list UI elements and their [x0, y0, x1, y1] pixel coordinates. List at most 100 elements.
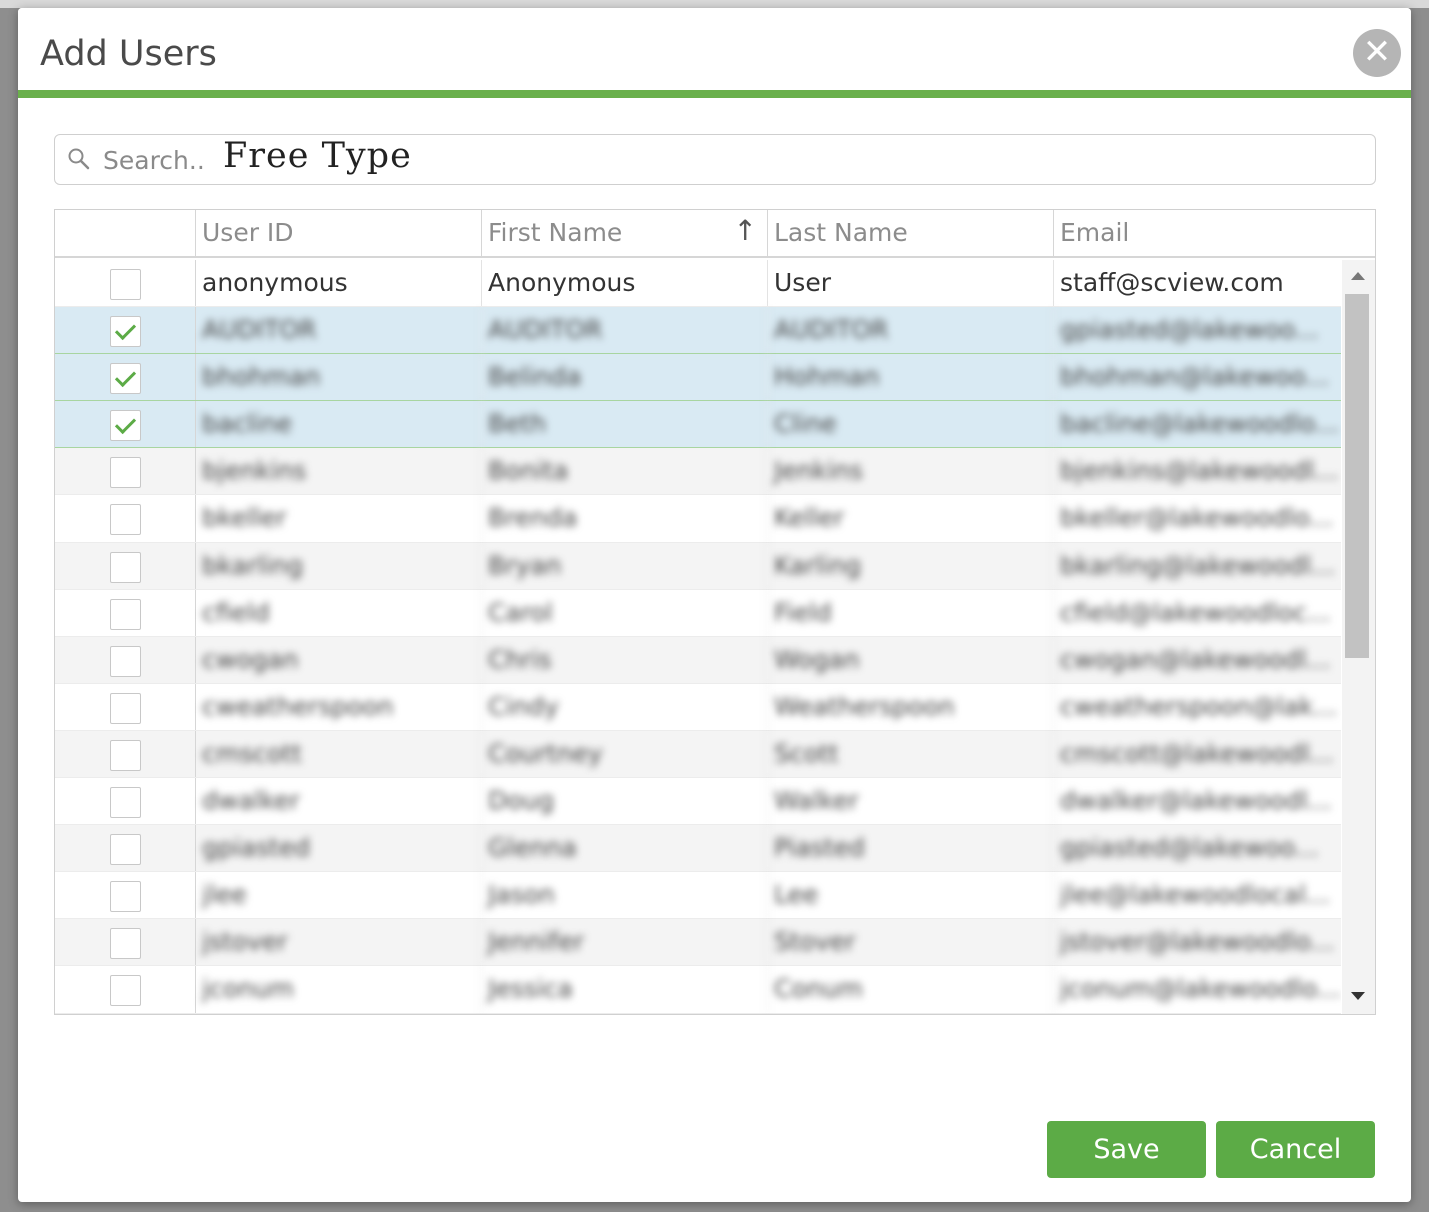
table-row[interactable]: cweatherspoon Cindy Weatherspoon cweathersp… — [55, 683, 1341, 731]
table-row[interactable]: bacline Beth Cline bacline@lakewoodlo... — [55, 401, 1341, 449]
row-select-cell — [55, 636, 196, 683]
user-id-cell: cwogan — [196, 636, 482, 683]
column-header-user-id[interactable]: User ID — [196, 210, 482, 258]
row-select-cell — [55, 919, 196, 966]
row-checkbox[interactable] — [110, 551, 141, 583]
user-id-cell: AUDITOR — [196, 307, 482, 354]
close-icon: ✕ — [1362, 32, 1392, 72]
email-cell: gpiasted@lakewoo... — [1060, 315, 1319, 345]
table-row[interactable]: anonymous Anonymous User staff@scview.com — [55, 260, 1341, 308]
row-checkbox[interactable] — [110, 363, 141, 395]
row-checkbox[interactable] — [110, 598, 141, 630]
user-id-cell: bhohman — [196, 354, 482, 401]
table-row[interactable]: jlee Jason Lee jlee@lakewoodlocal... — [55, 872, 1341, 920]
cancel-button[interactable]: Cancel — [1216, 1121, 1375, 1178]
email-cell: cwogan@lakewoodl... — [1060, 644, 1331, 674]
email-cell: cfield@lakewoodloc... — [1060, 597, 1331, 627]
table-row[interactable]: cwogan Chris Wogan cwogan@lakewoodl... — [55, 636, 1341, 684]
email-cell: jstover@lakewoodlo... — [1060, 927, 1335, 957]
first-name-cell: Glenna — [482, 825, 768, 872]
row-checkbox[interactable] — [110, 881, 141, 913]
last-name-cell: Lee — [768, 872, 1054, 919]
user-id-cell: jconum — [196, 966, 482, 1013]
table-row[interactable]: jconum Jessica Conum jconum@lakewoodlo... — [55, 966, 1341, 1014]
row-select-cell — [55, 448, 196, 495]
email-cell: cmscott@lakewoodl... — [1060, 738, 1334, 768]
row-checkbox[interactable] — [110, 975, 141, 1007]
last-name-cell: Field — [768, 589, 1054, 636]
row-select-cell — [55, 825, 196, 872]
last-name-cell: Weatherspoon — [768, 683, 1054, 730]
first-name-cell: Carol — [482, 589, 768, 636]
table-row[interactable]: jstover Jennifer Stover jstover@lakewoodlo.… — [55, 919, 1341, 967]
last-name-cell: Keller — [768, 495, 1054, 542]
table-row[interactable]: AUDITOR AUDITOR AUDITOR gpiasted@lakewoo... — [55, 307, 1341, 355]
last-name-cell: Conum — [768, 966, 1054, 1013]
row-checkbox[interactable] — [110, 504, 141, 536]
save-button[interactable]: Save — [1047, 1121, 1206, 1178]
email-cell: bhohman@lakewoo... — [1060, 362, 1330, 392]
users-table: User ID First Name ↑ Last Name Email ano… — [54, 209, 1376, 1015]
row-checkbox[interactable] — [110, 457, 141, 489]
last-name-cell: Walker — [768, 778, 1054, 825]
first-name-cell: Belinda — [482, 354, 768, 401]
row-select-cell — [55, 872, 196, 919]
scroll-up-icon[interactable] — [1351, 272, 1365, 280]
row-checkbox[interactable] — [110, 834, 141, 866]
last-name-cell: AUDITOR — [768, 307, 1054, 354]
column-header-last-name[interactable]: Last Name — [768, 210, 1054, 258]
row-checkbox[interactable] — [110, 410, 141, 442]
row-select-cell — [55, 495, 196, 542]
user-id-cell: jstover — [196, 919, 482, 966]
row-checkbox[interactable] — [110, 269, 141, 300]
user-id-cell: bkarling — [196, 542, 482, 589]
search-input[interactable]: Search.. Free Type — [54, 134, 1376, 185]
table-row[interactable]: bkeller Brenda Keller bkeller@lakewoodlo... — [55, 495, 1341, 543]
table-row[interactable]: bkarling Bryan Karling bkarling@lakewoodl..… — [55, 542, 1341, 590]
scroll-down-icon[interactable] — [1351, 992, 1365, 1000]
user-id-cell: anonymous — [196, 260, 482, 307]
row-checkbox[interactable] — [110, 739, 141, 771]
search-placeholder: Search.. — [103, 146, 205, 175]
email-cell: staff@scview.com — [1060, 268, 1284, 297]
first-name-cell: Courtney — [482, 730, 768, 778]
dialog-header: Add Users ✕ — [18, 8, 1411, 98]
table-row[interactable]: cmscott Courtney Scott cmscott@lakewoodl... — [55, 730, 1341, 779]
row-checkbox[interactable] — [110, 316, 141, 348]
scroll-thumb[interactable] — [1345, 294, 1369, 658]
vertical-scrollbar[interactable] — [1342, 260, 1375, 1014]
last-name-cell: Karling — [768, 542, 1054, 589]
row-select-cell — [55, 966, 196, 1013]
row-select-cell — [55, 778, 196, 825]
email-cell: bjenkins@lakewoodl... — [1060, 456, 1339, 486]
row-select-cell — [55, 730, 196, 778]
last-name-cell: Wogan — [768, 636, 1054, 683]
row-checkbox[interactable] — [110, 645, 141, 677]
table-row[interactable]: bhohman Belinda Hohman bhohman@lakewoo... — [55, 354, 1341, 402]
email-cell: jconum@lakewoodlo... — [1060, 974, 1341, 1004]
column-header-label: First Name — [488, 218, 623, 247]
table-row[interactable]: bjenkins Bonita Jenkins bjenkins@lakewoodl.… — [55, 448, 1341, 496]
email-cell: bacline@lakewoodlo... — [1060, 409, 1339, 439]
row-checkbox[interactable] — [110, 692, 141, 724]
close-button[interactable]: ✕ — [1353, 29, 1401, 77]
email-cell: jlee@lakewoodlocal... — [1060, 880, 1330, 910]
first-name-cell: Beth — [482, 401, 768, 448]
table-row[interactable]: gpiasted Glenna Piasted gpiasted@lakewoo... — [55, 825, 1341, 873]
row-select-cell — [55, 542, 196, 589]
search-icon — [68, 148, 90, 170]
first-name-cell: Doug — [482, 778, 768, 825]
table-body: anonymous Anonymous User staff@scview.com AU… — [55, 260, 1341, 1014]
select-column-header[interactable] — [55, 210, 196, 258]
column-header-email[interactable]: Email — [1054, 210, 1375, 258]
row-select-cell — [55, 307, 196, 354]
row-checkbox[interactable] — [110, 787, 141, 819]
table-row[interactable]: cfield Carol Field cfield@lakewoodloc... — [55, 589, 1341, 637]
row-checkbox[interactable] — [110, 928, 141, 960]
table-row[interactable]: dwalker Doug Walker dwalker@lakewoodl... — [55, 778, 1341, 826]
column-header-first-name[interactable]: First Name ↑ — [482, 210, 768, 258]
user-id-cell: gpiasted — [196, 825, 482, 872]
user-id-cell: bacline — [196, 401, 482, 448]
last-name-cell: Hohman — [768, 354, 1054, 401]
row-select-cell — [55, 401, 196, 448]
